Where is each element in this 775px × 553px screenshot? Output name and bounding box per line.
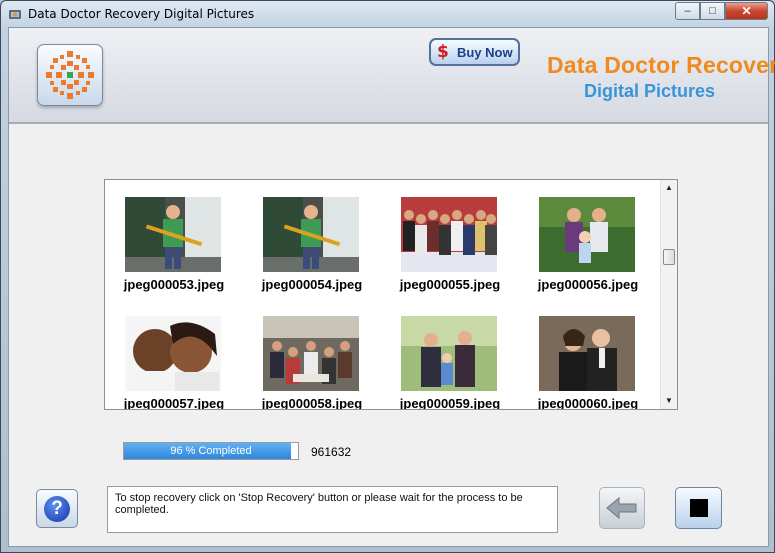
thumbnail-image xyxy=(401,197,497,272)
thumbnail-filename: jpeg000057.jpeg xyxy=(123,396,225,410)
header-banner: $ Buy Now Data Doctor Recovery Digital P… xyxy=(9,28,775,124)
thumbnail-filename: jpeg000053.jpeg xyxy=(123,277,225,292)
window-controls: – □ ✕ xyxy=(675,2,768,20)
dollar-icon: $ xyxy=(437,42,449,62)
image-thumbnail[interactable]: jpeg000053.jpeg xyxy=(105,197,243,292)
stop-icon xyxy=(689,499,708,517)
app-icon xyxy=(9,10,21,19)
client-area: $ Buy Now Data Doctor Recovery Digital P… xyxy=(8,27,775,547)
image-thumbnail[interactable]: jpeg000054.jpeg xyxy=(243,197,381,292)
thumbnail-grid: jpeg000053.jpeg jpeg000054.jpeg jpeg0000… xyxy=(105,180,661,409)
minimize-button[interactable]: – xyxy=(675,2,700,20)
thumbnail-image xyxy=(539,197,635,272)
thumbnail-filename: jpeg000059.jpeg xyxy=(399,396,501,410)
recovered-count: 961632 xyxy=(311,445,352,459)
buy-now-button[interactable]: $ Buy Now xyxy=(429,38,520,66)
thumbnail-filename: jpeg000058.jpeg xyxy=(261,396,363,410)
image-thumbnail[interactable]: jpeg000059.jpeg xyxy=(381,316,519,410)
thumbnail-image xyxy=(125,316,221,391)
thumbnail-image xyxy=(263,316,359,391)
brand-title: Data Doctor Recovery xyxy=(547,52,775,78)
title-bar[interactable]: Data Doctor Recovery Digital Pictures – … xyxy=(1,1,774,27)
image-thumbnail[interactable]: jpeg000058.jpeg xyxy=(243,316,381,410)
thumbnail-filename: jpeg000054.jpeg xyxy=(261,277,363,292)
close-button[interactable]: ✕ xyxy=(725,2,768,20)
scrollbar-thumb[interactable] xyxy=(663,249,675,265)
thumbnail-filename: jpeg000055.jpeg xyxy=(399,277,501,292)
image-thumbnail[interactable]: jpeg000060.jpeg xyxy=(519,316,657,410)
buy-now-label: Buy Now xyxy=(457,44,513,60)
vertical-scrollbar[interactable]: ▲ ▼ xyxy=(660,180,677,409)
scroll-up-arrow-icon[interactable]: ▲ xyxy=(661,180,677,196)
thumbnail-filename: jpeg000056.jpeg xyxy=(537,277,639,292)
logo-button[interactable] xyxy=(37,44,103,106)
image-thumbnail[interactable]: jpeg000055.jpeg xyxy=(381,197,519,292)
status-message: To stop recovery click on 'Stop Recovery… xyxy=(107,486,558,533)
image-thumbnail[interactable]: jpeg000057.jpeg xyxy=(105,316,243,410)
progress-bar: 96 % Completed xyxy=(123,442,299,460)
help-icon: ? xyxy=(44,495,70,522)
logo-icon xyxy=(46,51,94,99)
scroll-down-arrow-icon[interactable]: ▼ xyxy=(661,393,677,409)
image-thumbnail[interactable]: jpeg000056.jpeg xyxy=(519,197,657,292)
back-arrow-icon xyxy=(606,496,637,520)
thumbnail-image xyxy=(125,197,221,272)
progress-label: 96 % Completed xyxy=(170,445,252,457)
window-title: Data Doctor Recovery Digital Pictures xyxy=(28,7,255,21)
thumbnail-filename: jpeg000060.jpeg xyxy=(537,396,639,410)
help-button[interactable]: ? xyxy=(36,489,78,528)
thumbnail-image xyxy=(539,316,635,391)
app-window: Data Doctor Recovery Digital Pictures – … xyxy=(0,0,775,553)
brand-subtitle: Digital Pictures xyxy=(584,81,716,101)
thumbnail-image xyxy=(263,197,359,272)
back-button[interactable] xyxy=(599,487,645,529)
thumbnail-image xyxy=(401,316,497,391)
stop-recovery-button[interactable] xyxy=(675,487,722,529)
maximize-button[interactable]: □ xyxy=(700,2,725,20)
recovered-images-panel[interactable]: jpeg000053.jpeg jpeg000054.jpeg jpeg0000… xyxy=(104,179,678,410)
